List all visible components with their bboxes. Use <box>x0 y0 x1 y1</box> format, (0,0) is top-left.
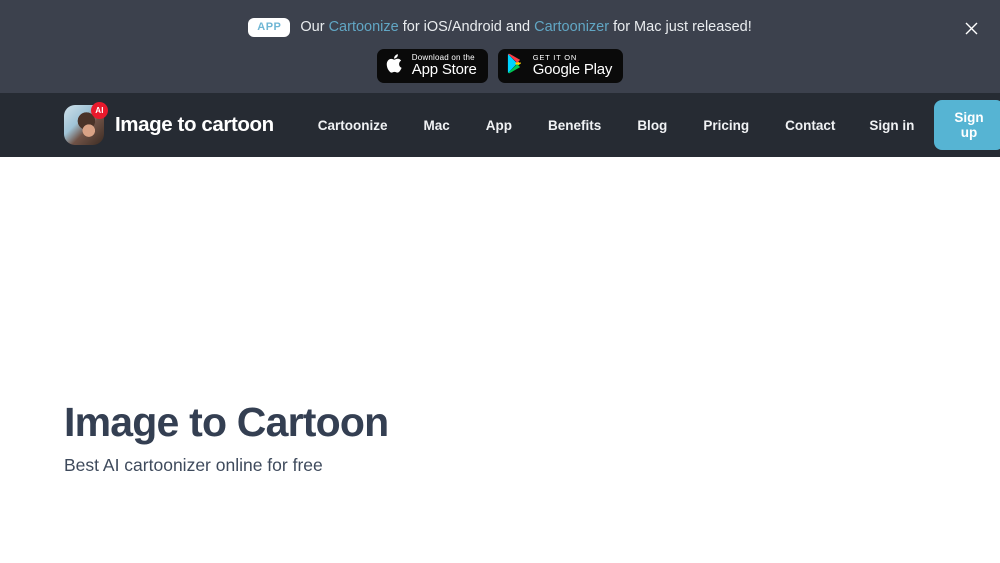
google-play-badge[interactable]: GET IT ON Google Play <box>497 49 624 83</box>
sign-in-link[interactable]: Sign in <box>853 118 930 133</box>
promo-text-after: for Mac just released! <box>609 19 752 35</box>
close-icon[interactable] <box>960 17 982 39</box>
ai-badge: AI <box>91 102 108 119</box>
nav-item-app[interactable]: App <box>468 118 530 133</box>
promo-text: Our Cartoonize for iOS/Android and Carto… <box>300 19 751 35</box>
promo-text-before: Our <box>300 19 329 35</box>
nav-item-cartoonize[interactable]: Cartoonize <box>300 118 406 133</box>
promo-banner: APP Our Cartoonize for iOS/Android and C… <box>0 0 1000 93</box>
nav-item-benefits[interactable]: Benefits <box>530 118 619 133</box>
cartoonizer-link[interactable]: Cartoonizer <box>534 19 609 35</box>
main-navbar: AI Image to cartoon Cartoonize Mac App B… <box>0 93 1000 157</box>
hero-section: Image to Cartoon Best AI cartoonizer onl… <box>0 157 1000 563</box>
brand-logo[interactable]: AI Image to cartoon <box>64 102 274 145</box>
nav-item-pricing[interactable]: Pricing <box>685 118 767 133</box>
google-play-icon <box>507 53 526 79</box>
nav-links: Cartoonize Mac App Benefits Blog Pricing… <box>300 118 854 133</box>
promo-text-mid: for iOS/Android and <box>398 19 535 35</box>
nav-item-blog[interactable]: Blog <box>619 118 685 133</box>
hero-copy: Image to Cartoon Best AI cartoonizer onl… <box>64 399 389 476</box>
app-store-badge-text: Download on the App Store <box>411 53 477 79</box>
google-play-badge-text: GET IT ON Google Play <box>533 54 613 78</box>
app-store-badge-bottom: App Store <box>411 61 477 79</box>
nav-item-contact[interactable]: Contact <box>767 118 853 133</box>
page-title: Image to Cartoon <box>64 399 389 445</box>
app-store-badge[interactable]: Download on the App Store <box>376 49 488 83</box>
apple-icon <box>386 52 405 80</box>
store-badges: Download on the App Store GET IT ON Goog… <box>376 49 624 83</box>
sign-up-button[interactable]: Sign up <box>934 100 1000 150</box>
hero-subtitle: Best AI cartoonizer online for free <box>64 455 323 476</box>
promo-message: APP Our Cartoonize for iOS/Android and C… <box>248 14 752 40</box>
cartoonize-link[interactable]: Cartoonize <box>329 19 399 35</box>
nav-actions: Sign in Sign up <box>853 100 1000 150</box>
app-badge-pill: APP <box>248 17 291 37</box>
avatar: AI <box>64 102 108 145</box>
google-play-badge-bottom: Google Play <box>532 61 613 79</box>
nav-item-mac[interactable]: Mac <box>406 118 468 133</box>
brand-name: Image to cartoon <box>115 113 274 136</box>
